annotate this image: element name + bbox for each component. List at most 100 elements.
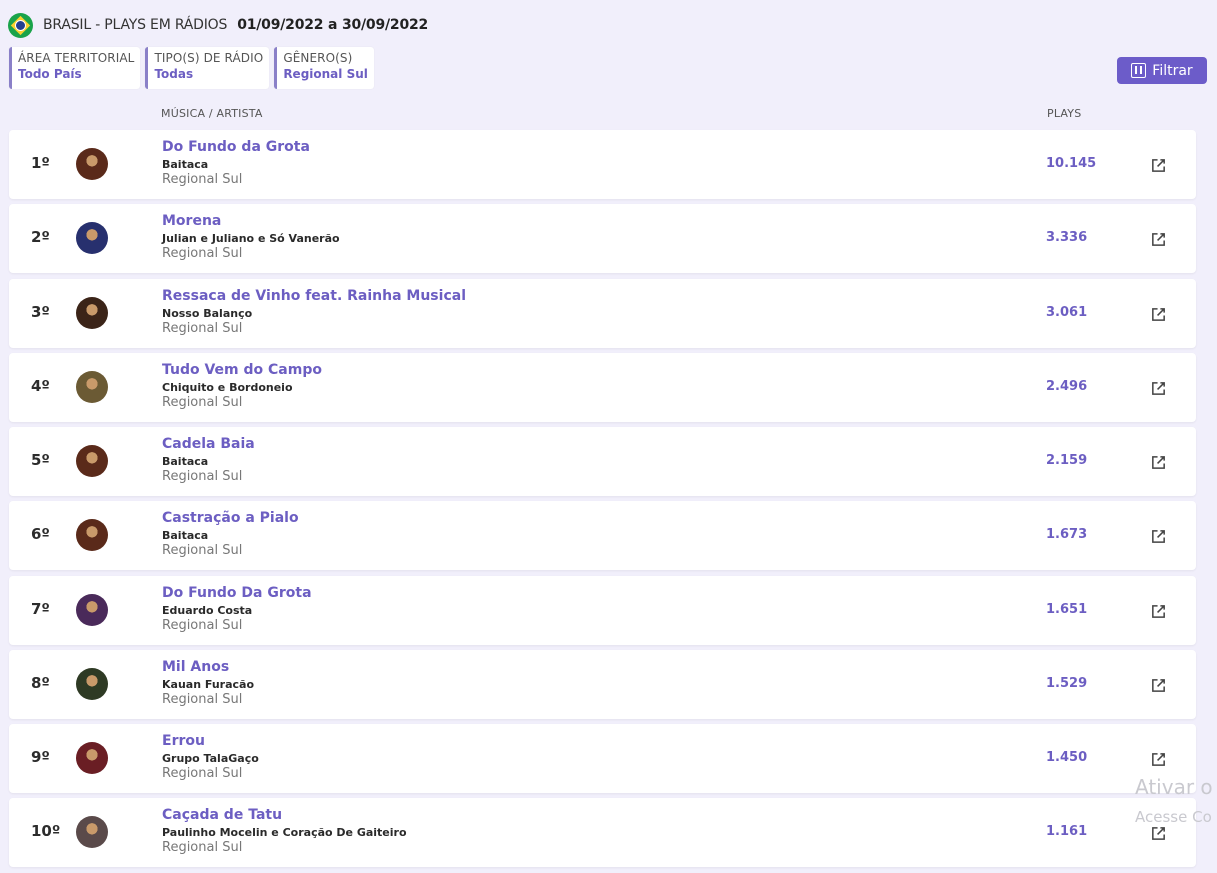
activation-watermark-sub: Acesse Co: [1135, 808, 1212, 826]
artist-name: Baitaca: [162, 529, 209, 543]
ranking-row[interactable]: 7º Do Fundo Da Grota Eduardo Costa Regional…: [9, 575, 1196, 645]
genre-label: Regional Sul: [162, 766, 243, 781]
ranking-row[interactable]: 6º Castração a Pialo Baitaca Regional Sul 1.…: [9, 501, 1196, 571]
page-header: BRASIL - PLAYS EM RÁDIOS 01/09/2022 a 30…: [8, 12, 428, 38]
filter-value: Regional Sul: [283, 67, 368, 81]
artist-name: Nosso Balanço: [162, 306, 253, 320]
song-title-link[interactable]: Errou: [162, 733, 205, 749]
filter-button-label: Filtrar: [1152, 62, 1193, 79]
filter-value: Todas: [154, 67, 194, 81]
filter-chip-genre[interactable]: GÊNERO(S) Regional Sul: [274, 47, 374, 89]
artist-avatar: [76, 519, 108, 552]
filter-value: Todo País: [18, 67, 82, 81]
rank-position: 6º: [31, 525, 50, 544]
artist-name: Baitaca: [162, 455, 209, 468]
filter-chip-area[interactable]: ÁREA TERRITORIAL Todo País: [9, 47, 141, 89]
plays-count: 1.529: [1046, 675, 1088, 691]
artist-avatar: [76, 222, 108, 255]
sliders-icon: [1131, 63, 1147, 78]
rank-position: 5º: [31, 451, 50, 469]
activation-watermark: Ativar o: [1135, 775, 1213, 799]
external-link-icon[interactable]: [1150, 528, 1167, 545]
column-header-plays: PLAYS: [1047, 107, 1082, 120]
song-title-link[interactable]: Morena: [162, 213, 221, 229]
artist-name: Julian e Juliano e Só Vanerão: [162, 232, 340, 246]
genre-label: Regional Sul: [162, 617, 243, 633]
artist-name: Paulinho Mocelin e Coração De Gaiteiro: [162, 826, 407, 840]
ranking-row[interactable]: 4º Tudo Vem do Campo Chiquito e Bordoneio R…: [9, 352, 1196, 422]
ranking-row[interactable]: 9º Errou Grupo TalaGaço Regional Sul 1.450: [9, 724, 1196, 793]
song-title-link[interactable]: Cadela Baia: [162, 436, 255, 452]
song-title-link[interactable]: Tudo Vem do Campo: [162, 362, 322, 378]
plays-count: 2.496: [1046, 378, 1088, 394]
filter-label: TIPO(S) DE RÁDIO: [154, 51, 264, 65]
genre-label: Regional Sul: [162, 172, 243, 187]
song-title-link[interactable]: Castração a Pialo: [162, 510, 299, 526]
rank-position: 2º: [31, 228, 50, 247]
rank-position: 9º: [31, 748, 50, 766]
brazil-flag-icon: [8, 12, 33, 38]
genre-label: Regional Sul: [162, 394, 243, 410]
external-link-icon[interactable]: [1150, 231, 1167, 248]
genre-label: Regional Sul: [162, 320, 243, 336]
ranking-row[interactable]: 5º Cadela Baia Baitaca Regional Sul 2.159: [9, 427, 1196, 496]
ranking-row[interactable]: 10º Caçada de Tatu Paulinho Mocelin e Cora…: [9, 798, 1196, 868]
song-title-link[interactable]: Mil Anos: [162, 659, 229, 675]
artist-name: Chiquito e Bordoneio: [162, 380, 293, 394]
external-link-icon[interactable]: [1150, 677, 1167, 694]
song-title-link[interactable]: Do Fundo Da Grota: [162, 585, 312, 601]
ranking-row[interactable]: 1º Do Fundo da Grota Baitaca Regional Sul 10…: [9, 130, 1196, 199]
filter-label: ÁREA TERRITORIAL: [18, 51, 135, 65]
plays-count: 1.450: [1046, 750, 1088, 765]
rank-position: 3º: [31, 302, 50, 321]
ranking-row[interactable]: 3º Ressaca de Vinho feat. Rainha Musical N…: [9, 278, 1196, 348]
genre-label: Regional Sul: [162, 543, 243, 559]
external-link-icon[interactable]: [1150, 603, 1167, 620]
artist-name: Eduardo Costa: [162, 603, 253, 617]
ranking-row[interactable]: 2º Morena Julian e Juliano e Só Vanerão Reg…: [9, 204, 1196, 274]
external-link-icon[interactable]: [1150, 157, 1167, 174]
artist-avatar: [76, 296, 108, 329]
artist-name: Baitaca: [162, 158, 209, 171]
song-title-link[interactable]: Do Fundo da Grota: [162, 139, 310, 155]
artist-avatar: [76, 742, 108, 774]
artist-avatar: [76, 445, 108, 477]
external-link-icon[interactable]: [1150, 454, 1167, 471]
plays-count: 3.061: [1046, 304, 1088, 320]
genre-label: Regional Sul: [162, 246, 243, 262]
ranking-list: 1º Do Fundo da Grota Baitaca Regional Sul 10…: [9, 130, 1196, 873]
rank-position: 10º: [31, 822, 61, 841]
artist-avatar: [76, 667, 108, 700]
rank-position: 8º: [31, 673, 50, 692]
filter-label: GÊNERO(S): [283, 51, 353, 65]
genre-label: Regional Sul: [162, 840, 243, 856]
genre-label: Regional Sul: [162, 469, 243, 484]
page-title: BRASIL - PLAYS EM RÁDIOS: [43, 17, 228, 33]
external-link-icon[interactable]: [1150, 306, 1167, 323]
plays-count: 3.336: [1046, 230, 1088, 246]
filter-button[interactable]: Filtrar: [1117, 57, 1207, 84]
column-header-music-artist: MÚSICA / ARTISTA: [161, 107, 263, 120]
rank-position: 4º: [31, 376, 50, 395]
external-link-icon[interactable]: [1150, 751, 1167, 768]
plays-count: 2.159: [1046, 453, 1088, 468]
plays-count: 1.161: [1046, 824, 1088, 840]
song-title-link[interactable]: Caçada de Tatu: [162, 807, 282, 823]
artist-name: Kauan Furacão: [162, 677, 255, 691]
filter-chip-radio-type[interactable]: TIPO(S) DE RÁDIO Todas: [145, 47, 270, 89]
artist-name: Grupo TalaGaço: [162, 752, 259, 765]
filter-summary: ÁREA TERRITORIAL Todo País TIPO(S) DE RÁ…: [9, 47, 374, 89]
date-range: 01/09/2022 a 30/09/2022: [237, 17, 429, 33]
external-link-icon[interactable]: [1150, 380, 1167, 397]
rank-position: 7º: [31, 599, 50, 618]
external-link-icon[interactable]: [1150, 825, 1167, 842]
song-title-link[interactable]: Ressaca de Vinho feat. Rainha Musical: [162, 288, 466, 304]
rank-position: 1º: [31, 154, 50, 172]
plays-count: 1.651: [1046, 601, 1088, 617]
artist-avatar: [76, 593, 108, 626]
plays-count: 10.145: [1046, 156, 1097, 171]
artist-avatar: [76, 370, 108, 403]
artist-avatar: [76, 148, 108, 180]
plays-count: 1.673: [1046, 527, 1088, 543]
ranking-row[interactable]: 8º Mil Anos Kauan Furacão Regional Sul 1.529: [9, 649, 1196, 719]
